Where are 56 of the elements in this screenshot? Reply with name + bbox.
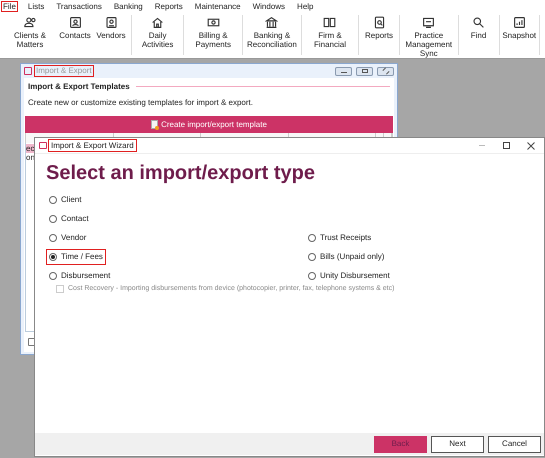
footer-button[interactable]: Next bbox=[431, 436, 484, 452]
toolbar-button[interactable]: Firm & Financial bbox=[304, 12, 356, 58]
contact-card-icon bbox=[68, 16, 82, 29]
page-heading: Select an import/export type bbox=[46, 161, 316, 186]
menu-item[interactable]: Lists bbox=[26, 0, 46, 12]
maximize-icon bbox=[502, 142, 510, 149]
menu-item[interactable]: Reports bbox=[152, 0, 185, 12]
id-card-icon bbox=[104, 16, 118, 29]
toolbar-button[interactable]: Clients & Matters bbox=[3, 12, 57, 58]
menu-item[interactable]: Maintenance bbox=[192, 0, 243, 12]
menu-item[interactable]: Windows bbox=[250, 0, 288, 12]
bank-building-icon bbox=[265, 16, 278, 29]
restore-icon bbox=[362, 69, 368, 73]
radio-option[interactable]: Time / Fees bbox=[46, 249, 106, 265]
window-title: Import & Export bbox=[34, 65, 94, 77]
minimize-icon bbox=[340, 69, 346, 73]
document-icon bbox=[151, 120, 158, 129]
close-button[interactable] bbox=[377, 66, 394, 76]
radio-option[interactable]: Disbursement bbox=[46, 268, 114, 284]
menu-item[interactable]: Help bbox=[295, 0, 316, 12]
menu-item[interactable]: Banking bbox=[112, 0, 145, 12]
radio-option[interactable]: Unity Disbursement bbox=[305, 268, 393, 284]
radio-option[interactable]: Bills (Unpaid only) bbox=[305, 249, 388, 265]
menu-item[interactable]: Transactions bbox=[54, 0, 104, 12]
radio-option[interactable]: Client bbox=[46, 192, 84, 208]
window-title: Import & Export Wizard bbox=[48, 139, 137, 152]
toolbar-button[interactable]: Contacts bbox=[57, 12, 93, 58]
toolbar-button[interactable]: Daily Activities bbox=[134, 12, 182, 58]
minimize-icon bbox=[479, 145, 485, 146]
open-book-icon bbox=[323, 16, 336, 29]
description-text: Create new or customize existing templates for import & export. bbox=[27, 97, 254, 109]
toolbar-button[interactable]: Snapshot bbox=[501, 12, 538, 58]
minimize-button[interactable] bbox=[335, 66, 352, 76]
toolbar-button[interactable]: Billing & Payments bbox=[186, 12, 240, 58]
toolbar-button[interactable]: Find bbox=[460, 12, 496, 58]
app-logo-icon bbox=[39, 142, 47, 149]
app-logo-icon bbox=[24, 67, 32, 75]
house-icon bbox=[151, 16, 164, 29]
search-icon bbox=[472, 16, 485, 29]
section-title: Import & Export Templates bbox=[28, 80, 130, 92]
screen-icon bbox=[422, 16, 436, 29]
radio-option[interactable]: Vendor bbox=[46, 230, 90, 246]
banknote-icon bbox=[206, 16, 220, 29]
toolbar-button[interactable]: Practice Management Sync bbox=[402, 12, 456, 58]
toolbar-button[interactable]: Vendors bbox=[93, 12, 129, 58]
menu-item[interactable]: File bbox=[1, 0, 18, 12]
magnified-document-icon bbox=[372, 16, 386, 29]
toolbar-button[interactable]: Reports bbox=[361, 12, 398, 58]
footer-button[interactable]: Cancel bbox=[488, 436, 541, 452]
toolbar-button[interactable]: Banking & Reconciliation bbox=[244, 12, 299, 58]
people-icon bbox=[24, 16, 36, 29]
bar-chart-icon bbox=[512, 16, 526, 29]
restore-button[interactable] bbox=[356, 66, 373, 76]
create-template-button[interactable]: Create import/export template bbox=[25, 116, 393, 133]
radio-option[interactable]: Contact bbox=[46, 211, 92, 227]
radio-option[interactable]: Trust Receipts bbox=[305, 230, 374, 246]
